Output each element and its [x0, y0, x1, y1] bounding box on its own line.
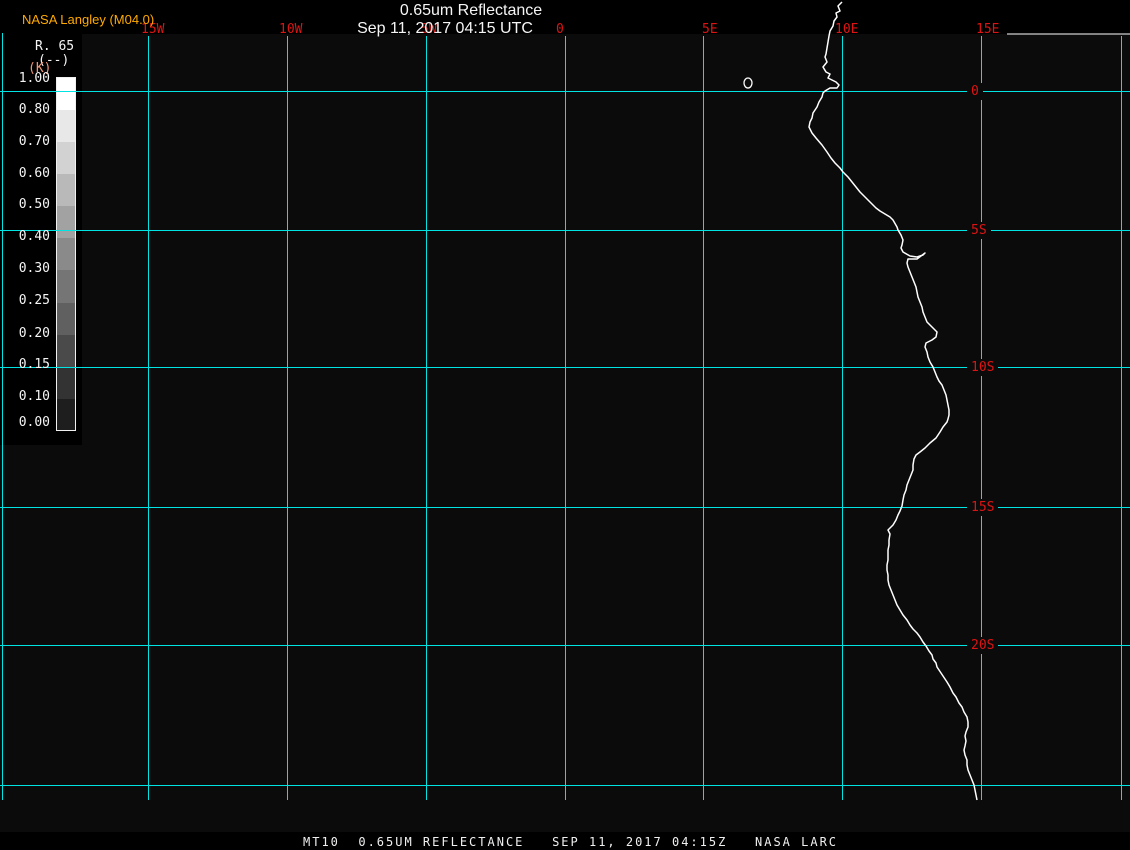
- africa-west-coastline: [808, 1, 978, 801]
- island-outline: [743, 77, 753, 89]
- satellite-viewer-window: 15W 10W 5W 0 5E 10E 15E 0 5S 10S 15S 20S R. 65 (--)…: [0, 0, 1130, 850]
- coastline-overlay: [743, 1, 1130, 801]
- status-bar: MT10 0.65UM REFLECTANCE SEP 11, 2017 04:…: [303, 835, 839, 849]
